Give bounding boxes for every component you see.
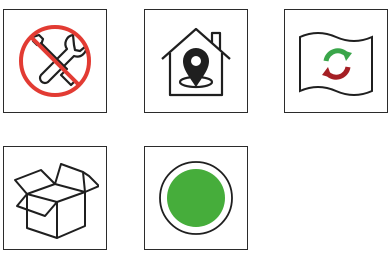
home-location-icon: [161, 27, 231, 97]
no-tools-icon: [19, 25, 91, 97]
icon-tile-open-box: [3, 146, 107, 250]
icon-tile-no-tools: [3, 9, 107, 113]
icon-tile-green-dot: [144, 146, 248, 250]
icon-tile-recycle-flag: [284, 9, 388, 113]
open-box-icon: [14, 163, 99, 239]
icon-tile-home-location: [144, 9, 248, 113]
green-dot-icon: [159, 161, 233, 235]
recycle-flag-icon: [299, 32, 373, 96]
